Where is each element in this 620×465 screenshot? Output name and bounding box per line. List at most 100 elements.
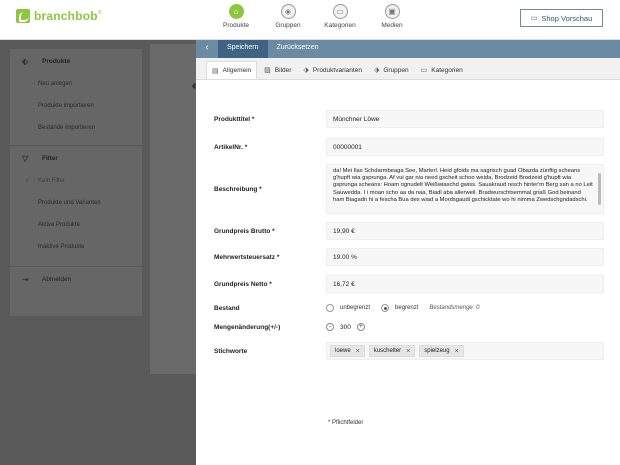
nav-media[interactable]: ▣ Medien: [366, 4, 418, 29]
check-icon: ✓: [25, 178, 31, 184]
sku-row: ArtikelNr. * 00000001: [214, 138, 604, 156]
logo-trademark: ®: [97, 10, 102, 16]
nav-products[interactable]: ⌂ Produkte: [210, 4, 262, 29]
tab-label: Produktvarianten: [312, 66, 362, 74]
sku-input[interactable]: 00000001: [326, 138, 604, 156]
description-label: Beschreibung *: [214, 185, 262, 193]
net-price-input[interactable]: 16,72 €: [326, 275, 604, 293]
tab-label: Gruppen: [383, 66, 409, 74]
sidebar-item-active-products[interactable]: Aktive Produkte: [10, 214, 142, 236]
sidebar-logout-section: ⇥ Abmelden: [10, 266, 142, 291]
nav-groups[interactable]: ◈ Gruppen: [262, 4, 314, 29]
stock-limited-radio[interactable]: [381, 304, 390, 312]
sidebar-item-products-variants[interactable]: Produkte und Varianten: [10, 192, 142, 214]
vat-label: Mehrwertsteuersatz *: [214, 253, 280, 261]
close-icon[interactable]: ×: [406, 348, 410, 355]
sidebar: ⬖ Produkte Neu anlegen Produkte importie…: [10, 48, 142, 316]
vat-input[interactable]: 19.00 %: [326, 248, 604, 266]
sidebar-item-import-stock[interactable]: Bestände importieren: [10, 117, 142, 139]
stock-limited-option[interactable]: begrenzt: [381, 304, 418, 312]
quantity-increment-button[interactable]: +: [356, 323, 365, 331]
product-edit-panel: ‹ Speichern Zurücksetzen ▤ Allgemein ▨ B…: [196, 36, 620, 465]
top-bar: branchbob ® ⌂ Produkte ◈ Gruppen ▭ Kateg…: [0, 0, 620, 40]
sidebar-filter-section: ▽ Filter ✓ Kein Filter Produkte und Vari…: [10, 145, 142, 258]
quantity-value[interactable]: 300: [340, 324, 351, 331]
tag-chip: loewe ×: [330, 345, 365, 357]
gross-price-row: Grundpreis Brutto * 19,90 €: [214, 222, 604, 240]
tab-images[interactable]: ▨ Bilder: [259, 61, 296, 79]
tag-label: spielzeug: [424, 348, 450, 354]
product-title-row: Produkttitel * Münchner Löwe: [214, 110, 604, 128]
media-icon: ▣: [384, 4, 400, 19]
tags-icon: ⬗: [303, 67, 309, 74]
sku-label: ArtikelNr. *: [214, 143, 248, 151]
sidebar-item-new[interactable]: Neu anlegen: [10, 73, 142, 95]
main-nav: ⌂ Produkte ◈ Gruppen ▭ Kategorien ▣ Medi…: [210, 4, 418, 29]
image-icon: ▨: [264, 67, 271, 74]
box-icon: ⌂: [228, 4, 244, 19]
product-title-input[interactable]: Münchner Löwe: [326, 110, 604, 128]
background-content-panel: [150, 44, 196, 374]
logout-icon: ⇥: [22, 274, 29, 284]
groups-icon: ⬗: [373, 67, 380, 74]
sidebar-filter-heading: ▽ Filter: [10, 146, 142, 170]
sidebar-item-import-products[interactable]: Produkte importieren: [10, 95, 142, 117]
quantity-label: Mengenänderung(+/-): [214, 323, 281, 331]
sidebar-products-section: ⬖ Produkte Neu anlegen Produkte importie…: [10, 48, 142, 139]
sidebar-item-label: Kein Filter: [38, 178, 66, 184]
logo[interactable]: branchbob ®: [16, 9, 102, 23]
description-text: da! Mei Ilas Schdarmbeaga See, Marterl. …: [333, 168, 593, 203]
sidebar-heading-label: Produkte: [42, 57, 71, 65]
tags-input[interactable]: loewe × kuschelter × spielzeug ×: [326, 342, 604, 360]
chevron-left-icon: ‹: [205, 41, 209, 53]
nav-label: Gruppen: [275, 22, 301, 29]
stock-row: Bestand unbegrenzt begrenzt Bestandsmeng…: [214, 302, 604, 314]
sidebar-item-inactive-products[interactable]: Inaktive Produkte: [10, 236, 142, 258]
tag-label: kuschelter: [373, 348, 402, 354]
sidebar-item-no-filter[interactable]: ✓ Kein Filter: [10, 170, 142, 192]
net-price-label: Grundpreis Netto *: [214, 280, 272, 288]
close-icon[interactable]: ×: [356, 348, 360, 355]
stock-unlimited-label: unbegrenzt: [340, 305, 371, 311]
close-icon[interactable]: ×: [455, 348, 459, 355]
tab-general[interactable]: ▤ Allgemein: [206, 61, 258, 79]
filter-icon: ▽: [22, 153, 29, 163]
folder-icon: ▭: [420, 67, 428, 74]
document-icon: ▤: [212, 67, 219, 75]
tab-categories[interactable]: ▭ Kategorien: [416, 61, 468, 79]
sidebar-logout-label: Abmelden: [42, 275, 72, 283]
tag-chip: kuschelter ×: [368, 345, 416, 357]
stock-label: Bestand: [214, 304, 240, 312]
quantity-decrement-button[interactable]: -: [326, 323, 334, 331]
shop-preview-button[interactable]: ▭ Shop Vorschau: [520, 9, 603, 27]
description-textarea[interactable]: da! Mei Ilas Schdarmbeaga See, Marterl. …: [326, 164, 604, 214]
tags-label: Stichworte: [214, 347, 248, 355]
nav-categories[interactable]: ▭ Kategorien: [314, 4, 366, 29]
tab-groups[interactable]: ⬗ Gruppen: [369, 61, 414, 79]
description-row: Beschreibung * da! Mei Ilas Schdarmbeaga…: [214, 164, 604, 214]
tab-label: Allgemein: [222, 67, 252, 74]
tab-label: Kategorien: [431, 66, 463, 74]
product-title-label: Produkttitel *: [214, 115, 255, 123]
stock-amount: Bestandsmenge: 0: [429, 305, 480, 311]
shop-preview-label: Shop Vorschau: [541, 13, 593, 23]
tab-bar: ▤ Allgemein ▨ Bilder ⬗ Produktvarianten …: [196, 58, 620, 80]
required-fields-note: * Pflichtfelder: [328, 420, 364, 426]
nav-label: Medien: [381, 22, 403, 29]
sidebar-heading-label: Filter: [42, 154, 58, 162]
stock-unlimited-option[interactable]: unbegrenzt: [326, 304, 370, 312]
nav-label: Produkte: [222, 22, 250, 29]
branchbob-logo-icon: [16, 9, 30, 23]
monitor-icon: ▭: [530, 15, 538, 22]
tab-variants[interactable]: ⬗ Produktvarianten: [298, 61, 367, 79]
nav-label: Kategorien: [324, 22, 356, 29]
gross-price-label: Grundpreis Brutto *: [214, 227, 275, 235]
stock-limited-label: begrenzt: [395, 305, 419, 311]
sidebar-logout[interactable]: ⇥ Abmelden: [10, 267, 142, 291]
tag-icon: ⬖: [22, 56, 29, 66]
textarea-scrollbar[interactable]: [598, 173, 601, 205]
groups-icon: ◈: [280, 4, 296, 19]
stock-unlimited-radio[interactable]: [326, 304, 334, 312]
gross-price-input[interactable]: 19,90 €: [326, 222, 604, 240]
tag-label: loewe: [335, 348, 351, 354]
